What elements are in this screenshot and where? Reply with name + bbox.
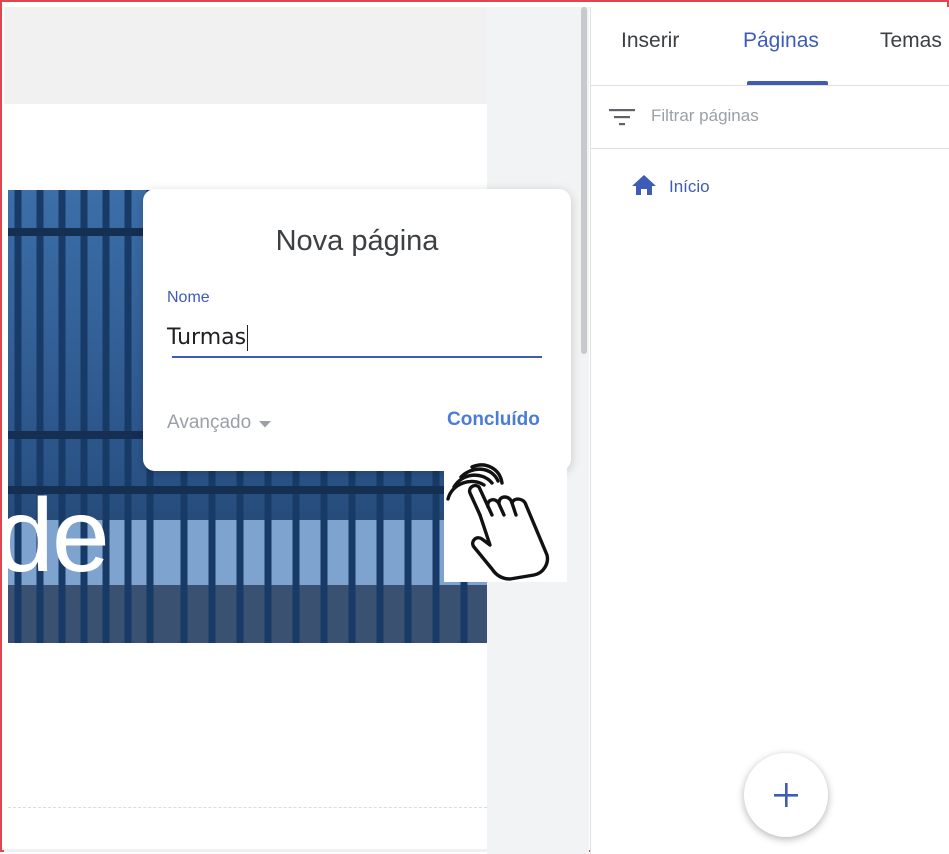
tab-paginas[interactable]: Páginas — [743, 29, 819, 53]
text-cursor — [247, 325, 249, 351]
filter-list-icon[interactable] — [609, 107, 635, 132]
name-field-label: Nome — [167, 289, 210, 306]
scrollbar[interactable] — [579, 7, 589, 854]
name-field[interactable]: Turmas — [167, 325, 249, 351]
filter-pages-input[interactable]: Filtrar páginas — [651, 106, 759, 126]
name-field-value: Turmas — [167, 325, 247, 350]
dialog-title: Nova página — [275, 225, 439, 257]
tab-inserir[interactable]: Inserir — [621, 29, 679, 53]
side-panel: Inserir Páginas Temas Filtrar páginas In… — [590, 7, 949, 854]
done-button[interactable]: Concluído — [447, 409, 540, 431]
screen: de Inserir Páginas Temas Filtrar páginas — [0, 0, 949, 854]
new-page-dialog: Nova página Nome Turmas Avançado Concluí… — [143, 189, 571, 471]
tab-temas[interactable]: Temas — [880, 29, 942, 53]
name-field-underline — [172, 356, 542, 358]
add-page-button[interactable] — [744, 753, 828, 837]
scrollbar-thumb[interactable] — [581, 7, 587, 354]
click-hand-icon — [444, 457, 567, 582]
page-item-label: Início — [669, 177, 710, 196]
active-tab-indicator — [747, 81, 828, 85]
banner-title: de — [8, 478, 110, 594]
advanced-label: Avançado — [167, 412, 252, 433]
filter-row: Filtrar páginas — [591, 86, 949, 149]
panel-tabs: Inserir Páginas Temas — [591, 7, 949, 86]
home-icon — [631, 174, 657, 201]
caret-down-icon — [259, 412, 272, 434]
page-item-inicio[interactable]: Início — [631, 174, 710, 200]
advanced-toggle[interactable]: Avançado — [167, 412, 272, 434]
section-divider — [8, 807, 487, 808]
